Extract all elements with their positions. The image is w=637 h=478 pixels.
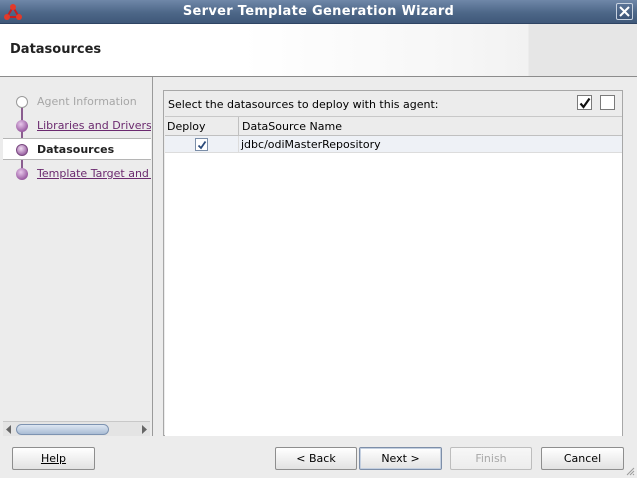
datasources-table: Deploy DataSource Name jdbc/odiMasterRep… [165, 116, 622, 436]
close-icon [619, 6, 630, 17]
window-title: Server Template Generation Wizard [182, 4, 455, 19]
next-button-label: Next > [381, 452, 420, 465]
step-dot-icon [16, 168, 28, 180]
title-bar: Server Template Generation Wizard [0, 0, 637, 24]
select-all-button[interactable] [577, 95, 592, 110]
step-template-target-and-summary[interactable]: Template Target and Summary [3, 163, 151, 185]
deselect-all-button[interactable] [600, 95, 615, 110]
column-divider [238, 136, 239, 153]
table-header: Deploy DataSource Name [165, 117, 622, 136]
help-button[interactable]: Help [12, 447, 95, 470]
nav-horizontal-scrollbar[interactable] [3, 421, 150, 436]
step-libraries-and-drivers[interactable]: Libraries and Drivers [3, 115, 151, 137]
datasource-name: jdbc/odiMasterRepository [241, 138, 381, 151]
checkmark-icon [197, 140, 207, 150]
help-button-label: Help [40, 452, 67, 465]
wizard-header: Datasources [0, 24, 637, 76]
cancel-button[interactable]: Cancel [541, 447, 624, 470]
back-button[interactable]: < Back [275, 447, 357, 470]
instruction-text: Select the datasources to deploy with th… [168, 98, 439, 111]
step-datasources: Datasources [3, 138, 151, 160]
finish-button: Finish [450, 447, 532, 470]
step-agent-information: Agent Information [3, 91, 151, 113]
scroll-left-icon[interactable] [6, 425, 12, 434]
deploy-checkbox[interactable] [195, 138, 208, 151]
close-button[interactable] [616, 3, 633, 20]
step-navigation: Agent Information Libraries and Drivers … [3, 77, 153, 436]
resize-grip-icon[interactable] [625, 466, 635, 476]
scroll-thumb[interactable] [16, 424, 109, 435]
step-dot-icon [16, 120, 28, 132]
next-button[interactable]: Next > [359, 447, 442, 470]
finish-button-label: Finish [475, 452, 507, 465]
step-label[interactable]: Libraries and Drivers [37, 119, 151, 132]
checkmark-icon [579, 97, 591, 109]
back-button-label: < Back [296, 452, 336, 465]
page-title: Datasources [10, 42, 102, 57]
datasources-panel: Select the datasources to deploy with th… [163, 90, 623, 436]
table-row[interactable]: jdbc/odiMasterRepository [165, 136, 622, 153]
column-header-datasource-name[interactable]: DataSource Name [242, 120, 342, 133]
step-label[interactable]: Template Target and Summary [37, 167, 151, 180]
column-header-deploy[interactable]: Deploy [167, 120, 206, 133]
step-label: Agent Information [37, 95, 137, 108]
step-label: Datasources [37, 143, 115, 156]
step-dot-icon [16, 96, 28, 108]
step-dot-icon [16, 144, 28, 156]
column-divider [238, 117, 239, 136]
cancel-button-label: Cancel [563, 452, 602, 465]
scroll-right-icon[interactable] [141, 425, 147, 434]
